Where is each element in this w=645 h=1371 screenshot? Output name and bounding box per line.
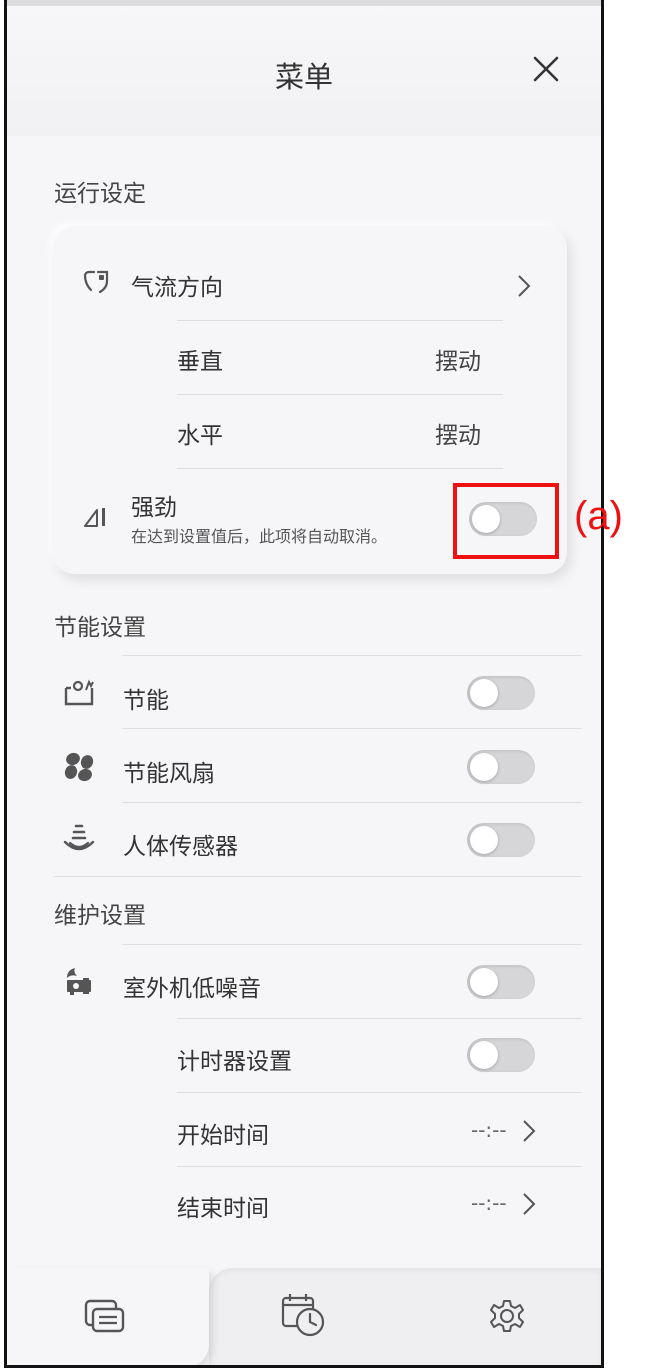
energy-saving-toggle[interactable] bbox=[467, 676, 535, 710]
annotation-box bbox=[453, 483, 559, 559]
timer-tab-icon[interactable] bbox=[279, 1292, 329, 1338]
vertical-label: 垂直 bbox=[177, 349, 223, 375]
horizontal-label: 水平 bbox=[177, 423, 223, 449]
timer-setting-label: 计时器设置 bbox=[177, 1049, 292, 1075]
human-sensor-label: 人体传感器 bbox=[123, 834, 238, 860]
start-time-value[interactable]: --:-- bbox=[471, 1118, 507, 1142]
tab-bar-background bbox=[209, 1268, 601, 1365]
energy-fan-toggle[interactable] bbox=[467, 750, 535, 784]
toggle-knob bbox=[470, 753, 498, 781]
menu-screen: 菜单 运行设定 气流方向 垂直 摆动 水平 摆动 强劲 在达到设置值后，此项将自… bbox=[7, 6, 601, 1365]
divider bbox=[177, 1018, 582, 1019]
powerful-icon bbox=[84, 508, 105, 527]
divider bbox=[177, 1092, 582, 1093]
chevron-right-icon[interactable] bbox=[517, 274, 531, 298]
powerful-description: 在达到设置值后，此项将自动取消。 bbox=[131, 527, 388, 546]
airflow-direction-label[interactable]: 气流方向 bbox=[131, 268, 223, 302]
powerful-label: 强劲 bbox=[131, 495, 177, 521]
energy-fan-label: 节能风扇 bbox=[123, 761, 215, 787]
energy-saving-icon bbox=[64, 679, 94, 706]
human-sensor-icon bbox=[63, 824, 95, 851]
section-operation-settings: 运行设定 bbox=[54, 181, 146, 207]
close-icon[interactable] bbox=[529, 52, 563, 86]
menu-tab-icon[interactable] bbox=[83, 1298, 127, 1336]
divider bbox=[122, 944, 582, 945]
toggle-knob bbox=[470, 1041, 498, 1069]
airflow-direction-icon bbox=[83, 270, 109, 294]
section-maintenance-settings: 维护设置 bbox=[54, 903, 146, 929]
toggle-knob bbox=[470, 679, 498, 707]
annotation-label: (a) bbox=[574, 494, 623, 538]
end-time-label[interactable]: 结束时间 bbox=[177, 1189, 269, 1223]
divider bbox=[122, 655, 582, 656]
end-time-value[interactable]: --:-- bbox=[471, 1191, 507, 1215]
divider bbox=[177, 394, 503, 395]
chevron-right-icon[interactable] bbox=[522, 1192, 536, 1216]
divider bbox=[177, 320, 503, 321]
toggle-knob bbox=[470, 826, 498, 854]
divider bbox=[177, 1166, 582, 1167]
outdoor-low-noise-toggle[interactable] bbox=[467, 965, 535, 999]
outdoor-low-noise-icon bbox=[67, 968, 91, 995]
divider bbox=[54, 876, 582, 877]
page-title: 菜单 bbox=[274, 60, 333, 94]
vertical-value: 摆动 bbox=[435, 349, 481, 375]
horizontal-value: 摆动 bbox=[435, 423, 481, 449]
toggle-knob bbox=[470, 968, 498, 996]
device-frame: 菜单 运行设定 气流方向 垂直 摆动 水平 摆动 强劲 在达到设置值后，此项将自… bbox=[4, 0, 604, 1368]
divider bbox=[122, 802, 582, 803]
bottom-tab-bar bbox=[7, 1268, 601, 1365]
fan-icon bbox=[64, 752, 94, 782]
energy-item-label: 节能 bbox=[123, 688, 169, 714]
outdoor-low-noise-label: 室外机低噪音 bbox=[123, 976, 261, 1002]
chevron-right-icon[interactable] bbox=[522, 1119, 536, 1143]
section-energy-settings: 节能设置 bbox=[54, 615, 146, 641]
human-sensor-toggle[interactable] bbox=[467, 823, 535, 857]
start-time-label[interactable]: 开始时间 bbox=[177, 1116, 269, 1150]
timer-setting-toggle[interactable] bbox=[467, 1038, 535, 1072]
divider bbox=[177, 468, 503, 469]
gear-icon[interactable] bbox=[489, 1298, 525, 1334]
header: 菜单 bbox=[7, 6, 601, 136]
divider bbox=[122, 728, 582, 729]
